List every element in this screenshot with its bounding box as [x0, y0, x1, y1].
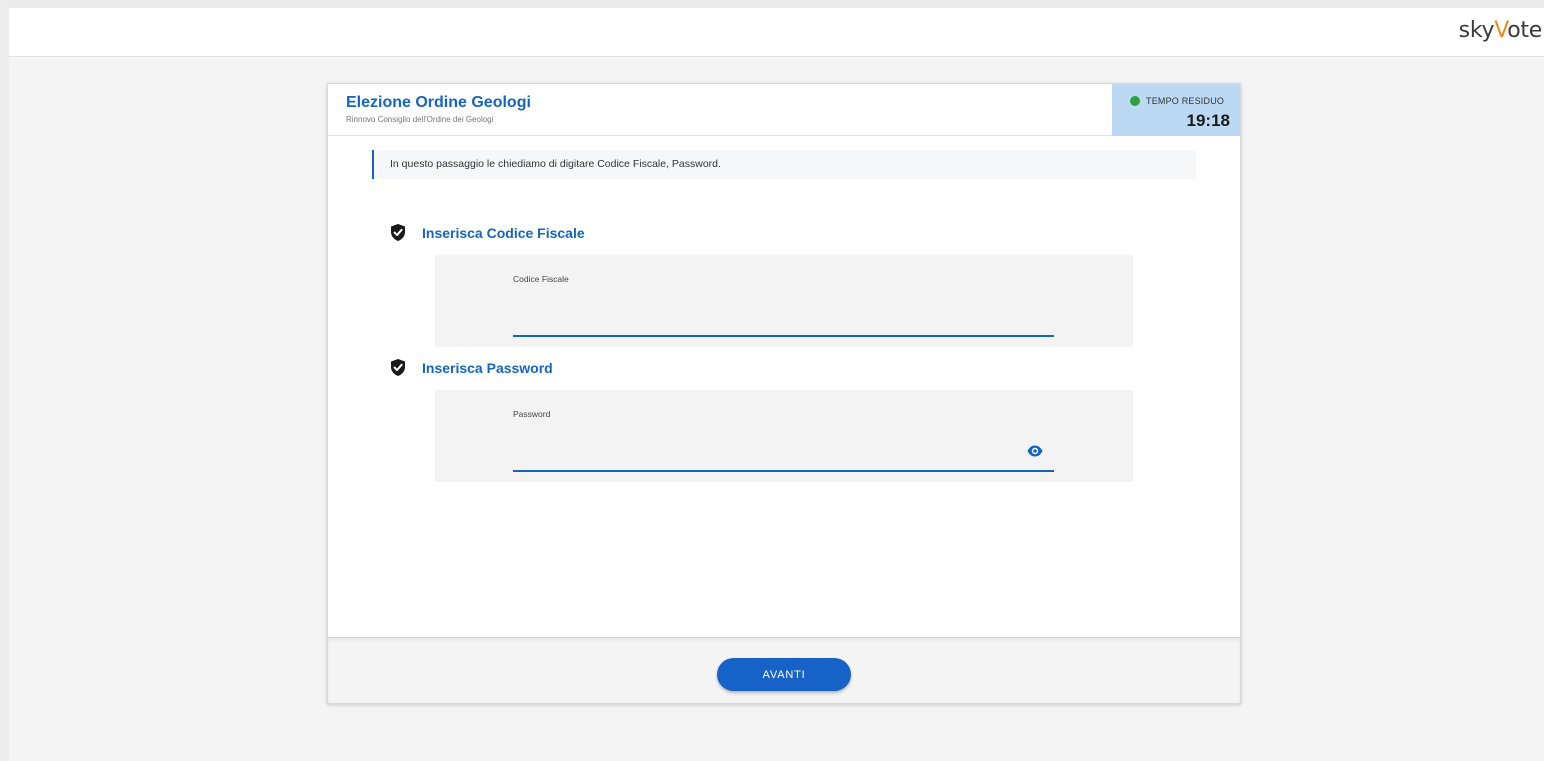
password-label: Password: [513, 409, 551, 419]
skyvote-logo: skyVote: [1458, 18, 1543, 43]
codice-fiscale-label: Codice Fiscale: [513, 274, 569, 284]
info-text: In questo passaggio le chiediamo di digi…: [390, 158, 721, 170]
election-card: Elezione Ordine Geologi Rinnovo Consigli…: [327, 83, 1241, 704]
logo-text-ote: ote: [1507, 18, 1542, 43]
logo-text-sky: sky: [1458, 18, 1495, 43]
avanti-button[interactable]: AVANTI: [717, 658, 851, 691]
timer-status-dot: [1130, 96, 1140, 106]
election-subtitle: Rinnovo Consiglio dell'Ordine dei Geolog…: [346, 115, 494, 124]
browser-frame-top: [0, 0, 1544, 8]
logo-text-v: V: [1494, 18, 1508, 43]
password-field: Password: [435, 390, 1133, 482]
timer-value: 19:18: [1186, 111, 1230, 130]
eye-icon[interactable]: [1027, 445, 1043, 457]
card-header: Elezione Ordine Geologi Rinnovo Consigli…: [328, 84, 1240, 136]
election-title: Elezione Ordine Geologi: [346, 94, 531, 111]
codice-fiscale-field: Codice Fiscale: [435, 255, 1133, 347]
password-input[interactable]: [513, 430, 1054, 472]
codice-fiscale-title: Inserisca Codice Fiscale: [422, 225, 585, 241]
timer-panel: TEMPO RESIDUO 19:18: [1112, 84, 1240, 136]
top-bar: skyVote: [9, 8, 1544, 57]
info-banner: In questo passaggio le chiediamo di digi…: [372, 150, 1196, 179]
codice-fiscale-input[interactable]: [513, 295, 1054, 337]
browser-frame-left: [0, 0, 9, 761]
card-footer: AVANTI: [328, 637, 1240, 703]
timer-label: TEMPO RESIDUO: [1146, 96, 1225, 106]
shield-check-icon: [391, 224, 405, 241]
shield-check-icon: [391, 359, 405, 376]
password-title: Inserisca Password: [422, 360, 553, 376]
